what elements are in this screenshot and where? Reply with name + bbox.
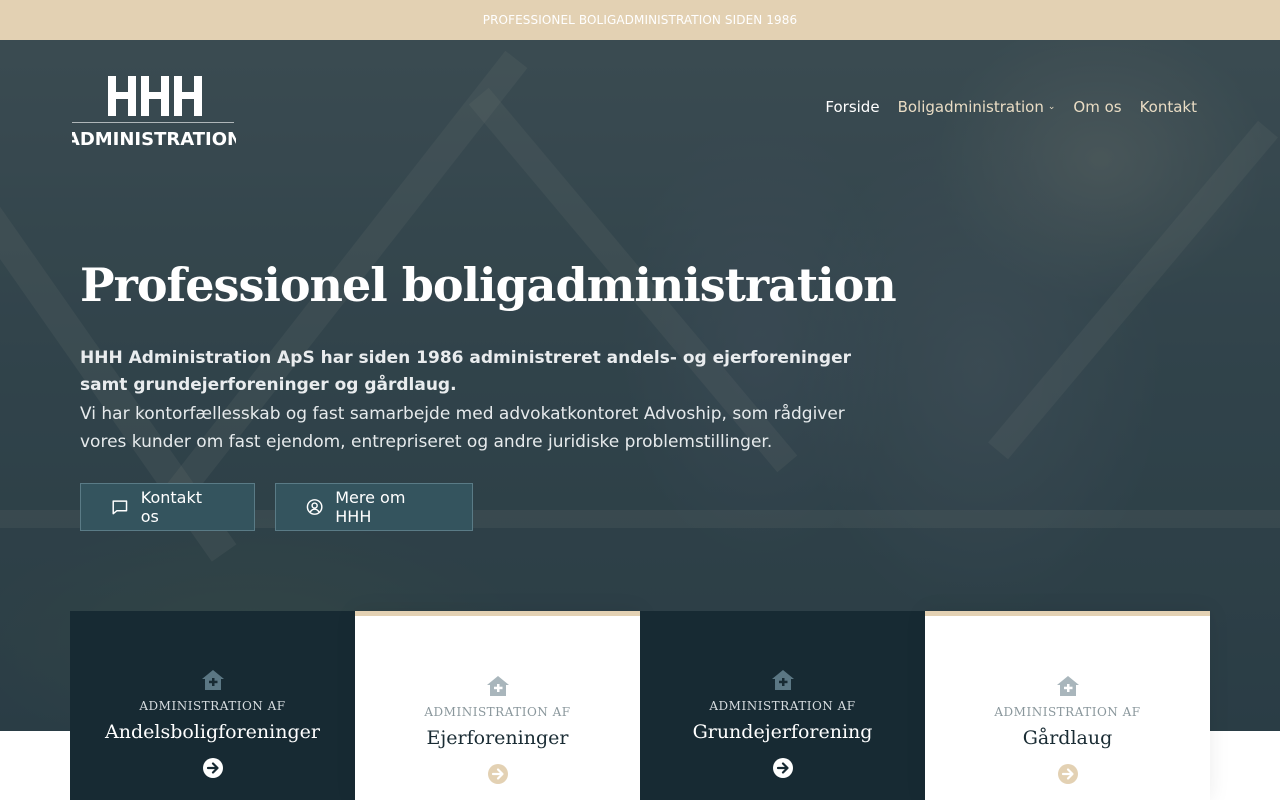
hero-text: Vi har kontorfællesskab og fast samarbej…	[80, 404, 845, 452]
main-nav: Forside Boligadministration ⌄ Om os Konta…	[825, 98, 1197, 116]
house-plus-icon	[486, 676, 509, 696]
nav-item-forside[interactable]: Forside	[825, 98, 879, 116]
more-about-button[interactable]: Mere om HHH	[275, 483, 473, 531]
user-circle-icon	[306, 499, 323, 515]
chevron-down-icon: ⌄	[1047, 102, 1056, 112]
announcement-text: PROFESSIONEL BOLIGADMINISTRATION SIDEN 1…	[482, 13, 798, 27]
card-title: Grundejerforening	[692, 721, 873, 743]
service-card-ejerforeninger[interactable]: ADMINISTRATION AF Ejerforeninger	[355, 611, 640, 800]
logo-wordmark: ADMINISTRATION	[72, 129, 236, 148]
announcement-bar: PROFESSIONEL BOLIGADMINISTRATION SIDEN 1…	[0, 0, 1280, 40]
card-kicker: ADMINISTRATION AF	[994, 705, 1141, 719]
arrow-right-circle-icon[interactable]	[487, 763, 509, 785]
nav-item-kontakt[interactable]: Kontakt	[1140, 98, 1197, 116]
house-plus-icon	[771, 670, 794, 690]
arrow-right-circle-icon[interactable]	[202, 757, 224, 779]
service-card-gaardlaug[interactable]: ADMINISTRATION AF Gårdlaug	[925, 611, 1210, 800]
logo-mark: ADMINISTRATION	[72, 76, 236, 148]
card-kicker: ADMINISTRATION AF	[709, 699, 856, 713]
card-title: Gårdlaug	[1022, 727, 1113, 749]
house-plus-icon	[1056, 676, 1079, 696]
card-title: Ejerforeninger	[426, 727, 569, 749]
hero-lead: HHH Administration ApS har siden 1986 ad…	[80, 348, 851, 395]
contact-button[interactable]: Kontakt os	[80, 483, 255, 531]
card-title: Andelsboligforeninger	[105, 721, 320, 743]
house-plus-icon	[201, 670, 224, 690]
card-kicker: ADMINISTRATION AF	[424, 705, 571, 719]
card-kicker: ADMINISTRATION AF	[139, 699, 286, 713]
hero-title: Professionel boligadministration	[80, 258, 897, 312]
nav-item-om-os[interactable]: Om os	[1073, 98, 1121, 116]
service-card-grundejerforening[interactable]: ADMINISTRATION AF Grundejerforening	[640, 611, 925, 800]
chat-icon	[112, 500, 128, 515]
arrow-right-circle-icon[interactable]	[1057, 763, 1079, 785]
arrow-right-circle-icon[interactable]	[772, 757, 794, 779]
service-card-andelsboligforeninger[interactable]: ADMINISTRATION AF Andelsboligforeninger	[70, 611, 355, 800]
nav-item-boligadministration[interactable]: Boligadministration ⌄	[898, 98, 1056, 116]
site-logo[interactable]: ADMINISTRATION	[72, 74, 236, 148]
